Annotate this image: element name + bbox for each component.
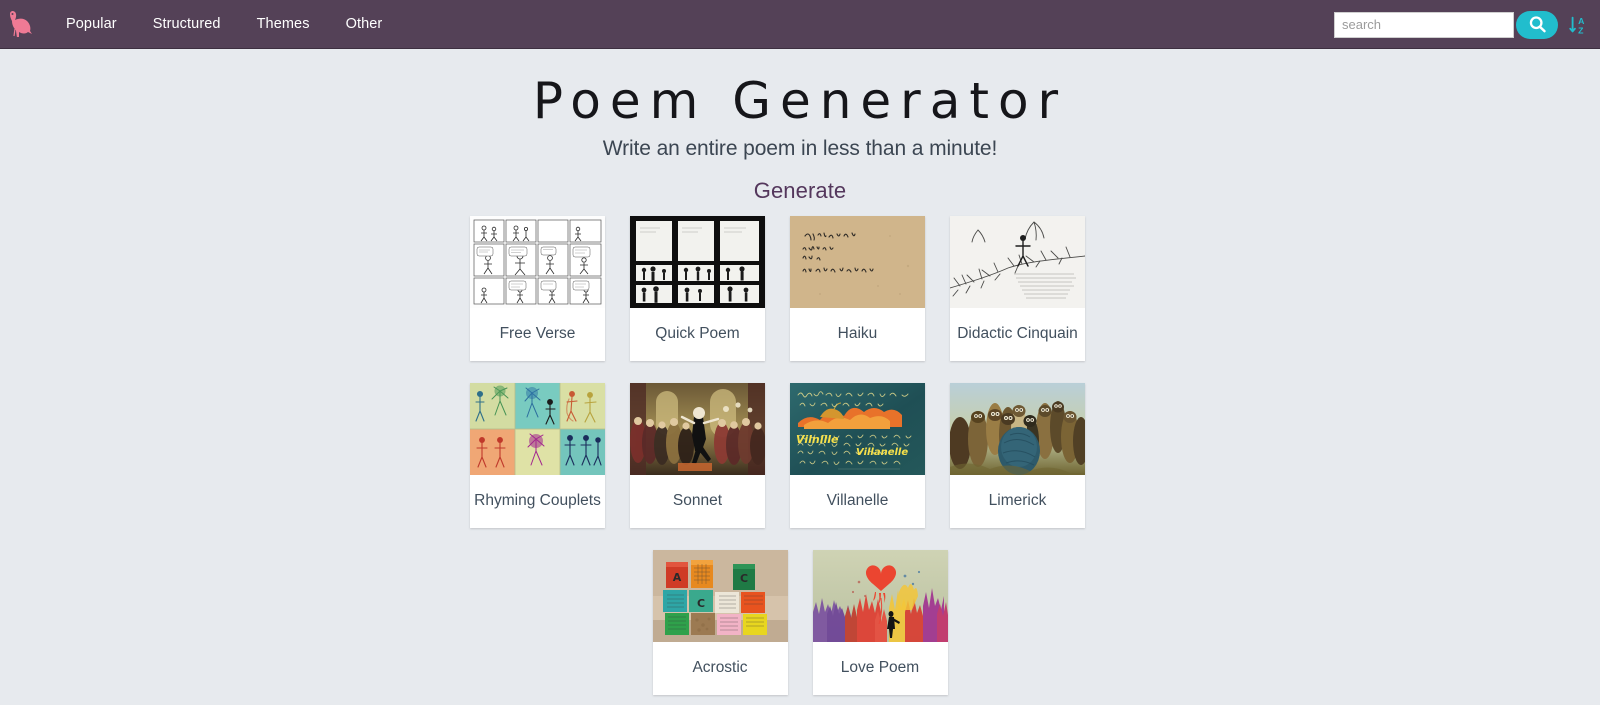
poem-card-label: Limerick bbox=[988, 492, 1047, 510]
page-title: Poem Generator bbox=[532, 72, 1068, 130]
top-navigation-bar: Popular Structured Themes Other A Z bbox=[0, 0, 1600, 49]
poem-card-label: Sonnet bbox=[672, 492, 723, 510]
thumbnail-alphabet-blocks: A C C bbox=[652, 549, 788, 642]
poem-card-label: Rhyming Couplets bbox=[474, 492, 601, 510]
poem-card-rhyming-couplets[interactable]: Rhyming Couplets bbox=[470, 382, 605, 528]
nav-item-themes[interactable]: Themes bbox=[239, 10, 328, 38]
poem-card-label: Acrostic bbox=[692, 659, 748, 677]
poem-card-label: Free Verse bbox=[499, 325, 576, 343]
poem-card-haiku[interactable]: Haiku bbox=[790, 215, 925, 361]
nav-item-other[interactable]: Other bbox=[328, 10, 401, 38]
nav-links: Popular Structured Themes Other bbox=[48, 10, 400, 38]
kangaroo-logo-glyph bbox=[10, 10, 32, 38]
poem-type-grid: Free Verse Quick Poem Haiku Didactic Cin… bbox=[470, 215, 1130, 695]
thumbnail-heart-balloon-silhouette bbox=[812, 549, 948, 642]
poem-card-limerick[interactable]: Limerick bbox=[950, 382, 1085, 528]
kangaroo-logo-icon[interactable] bbox=[0, 0, 42, 49]
poem-card-label: Didactic Cinquain bbox=[957, 325, 1078, 343]
sort-alpha-down-icon: A Z bbox=[1569, 16, 1585, 35]
poem-card-label: Love Poem bbox=[840, 659, 920, 677]
poem-card-label: Villanelle bbox=[826, 492, 889, 510]
poem-card-label: Haiku bbox=[837, 325, 878, 343]
search-icon bbox=[1529, 16, 1546, 33]
svg-text:C: C bbox=[739, 572, 747, 585]
svg-text:C: C bbox=[696, 597, 704, 610]
poem-card-acrostic[interactable]: A C C Acrostic bbox=[652, 549, 788, 695]
search-button[interactable] bbox=[1516, 10, 1558, 39]
grid-row: Free Verse Quick Poem Haiku Didactic Cin… bbox=[470, 215, 1130, 361]
page-subtitle: Write an entire poem in less than a minu… bbox=[602, 136, 998, 160]
thumbnail-comic-strip-stick-figures bbox=[470, 215, 605, 308]
poem-card-label: Quick Poem bbox=[655, 325, 740, 343]
poem-card-quick-poem[interactable]: Quick Poem bbox=[630, 215, 765, 361]
poem-card-free-verse[interactable]: Free Verse bbox=[470, 215, 605, 361]
thumbnail-branch-sketch-figure bbox=[950, 215, 1085, 308]
svg-text:Vilnllle: Vilnllle bbox=[796, 433, 839, 446]
poem-card-villanelle[interactable]: Vilnllle Villanelle Villanelle bbox=[790, 382, 925, 528]
nav-right-controls: A Z bbox=[1334, 0, 1594, 49]
svg-text:Z: Z bbox=[1578, 25, 1584, 35]
search-input[interactable] bbox=[1334, 11, 1514, 38]
svg-text:Villanelle: Villanelle bbox=[856, 447, 908, 458]
grid-row: Rhyming Couplets Sonnet Vilnllle Villane… bbox=[470, 382, 1130, 528]
nav-item-popular[interactable]: Popular bbox=[48, 10, 135, 38]
poem-card-love-poem[interactable]: Love Poem bbox=[812, 549, 948, 695]
thumbnail-colorful-dancer-panels bbox=[470, 382, 605, 475]
grid-row: A C C Acrostic Love Poem bbox=[470, 549, 1130, 695]
poem-card-didactic-cinquain[interactable]: Didactic Cinquain bbox=[950, 215, 1085, 361]
svg-text:A: A bbox=[672, 571, 681, 584]
thumbnail-painting-dancer-crowd bbox=[630, 382, 765, 475]
thumbnail-owl-figures-group bbox=[950, 382, 1085, 475]
poem-card-sonnet[interactable]: Sonnet bbox=[630, 382, 765, 528]
thumbnail-teal-chalkboard-sunset-text: Vilnllle Villanelle bbox=[790, 382, 925, 475]
thumbnail-comic-panels-dark bbox=[630, 215, 765, 308]
thumbnail-tan-paper-handwriting bbox=[790, 215, 925, 308]
nav-item-structured[interactable]: Structured bbox=[135, 10, 239, 38]
section-title-generate: Generate bbox=[753, 177, 847, 203]
sort-alpha-button[interactable]: A Z bbox=[1564, 10, 1594, 40]
